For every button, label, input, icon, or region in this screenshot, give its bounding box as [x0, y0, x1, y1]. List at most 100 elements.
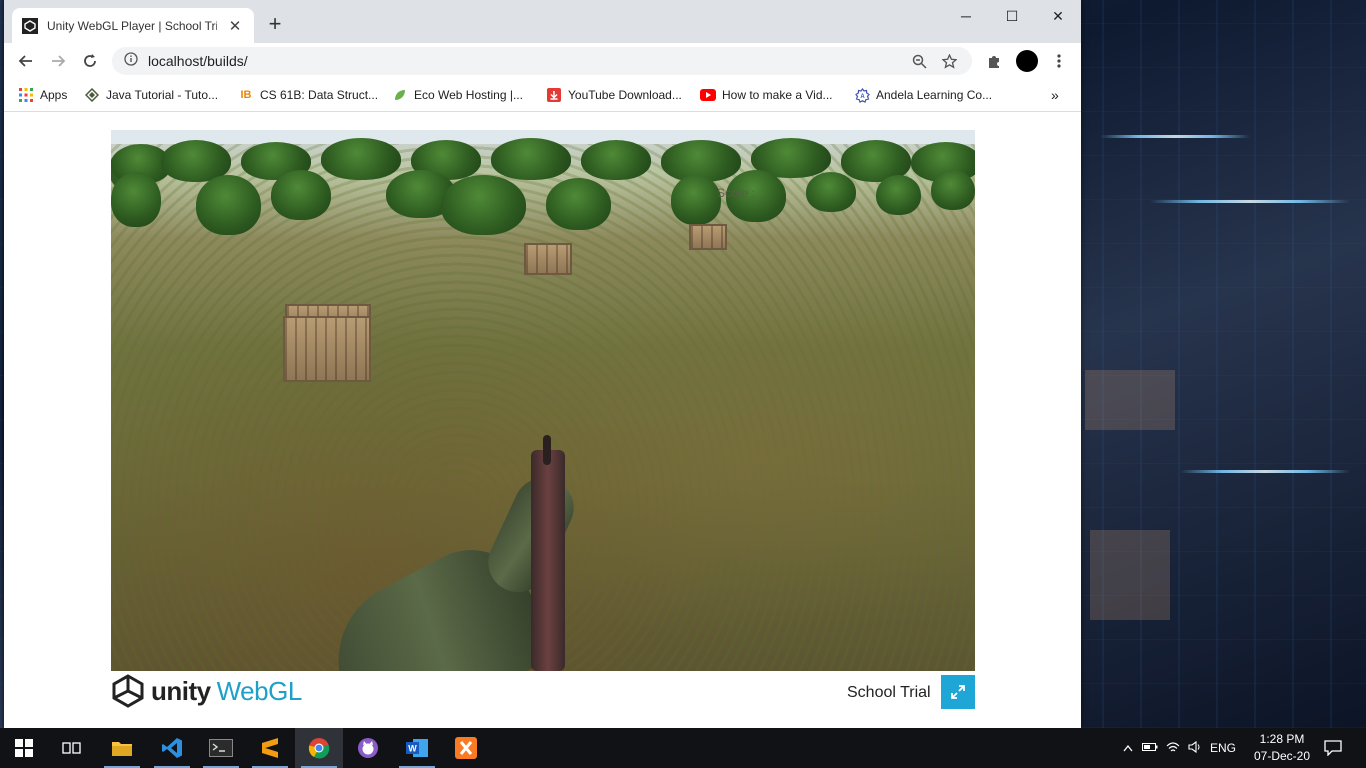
bookmark-eco-web-hosting[interactable]: Eco Web Hosting |...	[392, 85, 523, 105]
close-window-button[interactable]: ✕	[1035, 0, 1081, 32]
tree	[931, 170, 975, 210]
navigation-toolbar: localhost/builds/	[4, 43, 1081, 79]
chrome-icon	[308, 738, 330, 759]
tab-unity-webgl[interactable]: Unity WebGL Player | School Trial ✕	[12, 8, 254, 43]
wooden-crate	[524, 243, 572, 275]
zoom-icon[interactable]	[908, 50, 930, 72]
bookmark-label: Andela Learning Co...	[876, 88, 993, 102]
volume-icon[interactable]	[1184, 740, 1206, 756]
new-tab-button[interactable]: +	[264, 13, 286, 35]
player-rifle	[531, 450, 565, 671]
tree	[806, 172, 856, 212]
taskbar-clock[interactable]: 1:28 PM 07-Dec-20	[1244, 731, 1320, 765]
word-icon: W	[406, 739, 428, 757]
taskbar-vscode[interactable]	[148, 728, 196, 768]
notification-icon	[1324, 740, 1342, 756]
taskbar-terminal[interactable]	[197, 728, 245, 768]
avatar	[1016, 50, 1038, 72]
bookmark-apps[interactable]: Apps	[18, 85, 67, 105]
wooden-crate	[689, 224, 727, 250]
tab-strip: Unity WebGL Player | School Trial ✕ + ─ …	[4, 0, 1081, 43]
tab-title: Unity WebGL Player | School Trial	[47, 18, 217, 33]
score-label: Score :	[717, 186, 756, 200]
bookmark-cs61b[interactable]: IB CS 61B: Data Struct...	[238, 85, 379, 105]
taskbar-word[interactable]: W	[393, 728, 441, 768]
task-view-button[interactable]	[48, 728, 96, 768]
bookmarks-bar: Apps Java Tutorial - Tuto... IB CS 61B: …	[4, 79, 1081, 112]
forward-arrow-icon	[52, 55, 66, 67]
wallpaper-light-streak	[1150, 200, 1350, 203]
java-tutorial-icon	[84, 87, 100, 103]
unity-logo-icon	[112, 674, 144, 708]
bookmark-label: CS 61B: Data Struct...	[260, 88, 379, 102]
svg-text:A: A	[860, 94, 865, 100]
apps-grid-icon	[18, 87, 34, 103]
wifi-icon[interactable]	[1162, 741, 1184, 756]
bookmark-how-to-make-video[interactable]: How to make a Vid...	[700, 85, 833, 105]
unity-game-canvas[interactable]: Score :	[111, 130, 975, 671]
start-button[interactable]	[0, 728, 48, 768]
extensions-puzzle-icon[interactable]	[983, 50, 1005, 72]
xampp-icon	[455, 737, 477, 759]
browser-window: Unity WebGL Player | School Trial ✕ + ─ …	[4, 0, 1081, 728]
tree	[321, 138, 401, 180]
tree	[196, 175, 261, 235]
reload-icon	[84, 54, 96, 67]
terminal-icon	[209, 739, 233, 757]
chrome-menu-icon[interactable]	[1048, 50, 1070, 72]
clock-time: 1:28 PM	[1259, 732, 1305, 746]
eco-hosting-icon	[392, 87, 408, 103]
bookmarks-overflow-button[interactable]: »	[1051, 85, 1059, 105]
site-info-icon[interactable]	[124, 51, 138, 71]
fullscreen-icon	[951, 685, 965, 699]
file-explorer-icon	[112, 742, 132, 756]
task-view-icon	[62, 742, 81, 754]
tree	[491, 138, 571, 180]
taskbar-sublime[interactable]	[246, 728, 294, 768]
show-hidden-icons-icon[interactable]	[1118, 741, 1138, 755]
svg-text:W: W	[408, 744, 417, 754]
rifle-barrel	[543, 435, 551, 465]
bookmark-java-tutorial[interactable]: Java Tutorial - Tuto...	[84, 85, 218, 105]
sublime-icon	[262, 738, 278, 758]
logo-unity-text: unity	[151, 675, 211, 706]
wooden-crate	[283, 316, 371, 382]
fullscreen-button[interactable]	[941, 675, 975, 709]
tab-close-icon[interactable]: ✕	[226, 17, 244, 35]
tree	[111, 172, 161, 227]
game-title: School Trial	[847, 684, 931, 701]
bookmark-youtube-download[interactable]: YouTube Download...	[546, 85, 682, 105]
logo-webgl-text: WebGL	[216, 675, 303, 706]
bookmark-andela-learning[interactable]: A Andela Learning Co...	[854, 85, 992, 105]
clock-date: 07-Dec-20	[1253, 749, 1311, 763]
tree	[546, 178, 611, 230]
url-text[interactable]: localhost/builds/	[148, 53, 900, 69]
back-arrow-icon	[18, 55, 32, 67]
reload-button[interactable]	[78, 50, 102, 72]
minimize-button[interactable]: ─	[943, 0, 989, 32]
wallpaper-panel	[1085, 370, 1175, 430]
taskbar-chrome[interactable]	[295, 728, 343, 768]
action-center-button[interactable]	[1318, 728, 1348, 768]
taskbar-github-desktop[interactable]	[344, 728, 392, 768]
taskbar-xampp[interactable]	[442, 728, 490, 768]
forward-button[interactable]	[46, 50, 70, 72]
taskbar-file-explorer[interactable]	[98, 728, 146, 768]
language-indicator[interactable]: ENG	[1206, 741, 1240, 755]
battery-icon[interactable]	[1138, 741, 1162, 755]
tree	[441, 175, 526, 235]
tree	[671, 175, 721, 225]
unity-favicon-icon	[22, 17, 38, 34]
bookmark-label: How to make a Vid...	[722, 88, 833, 102]
unity-webgl-logo: unity WebGL	[111, 674, 302, 708]
address-bar[interactable]: localhost/builds/	[112, 47, 972, 75]
bookmark-star-icon[interactable]	[938, 50, 960, 72]
profile-avatar[interactable]	[1016, 50, 1038, 72]
back-button[interactable]	[14, 50, 38, 72]
bookmark-label: Eco Web Hosting |...	[414, 88, 523, 102]
youtube-icon	[700, 87, 716, 103]
start-icon	[15, 739, 33, 757]
maximize-button[interactable]: ☐	[989, 0, 1035, 32]
wallpaper-panel	[1090, 530, 1170, 620]
tree	[581, 140, 651, 180]
